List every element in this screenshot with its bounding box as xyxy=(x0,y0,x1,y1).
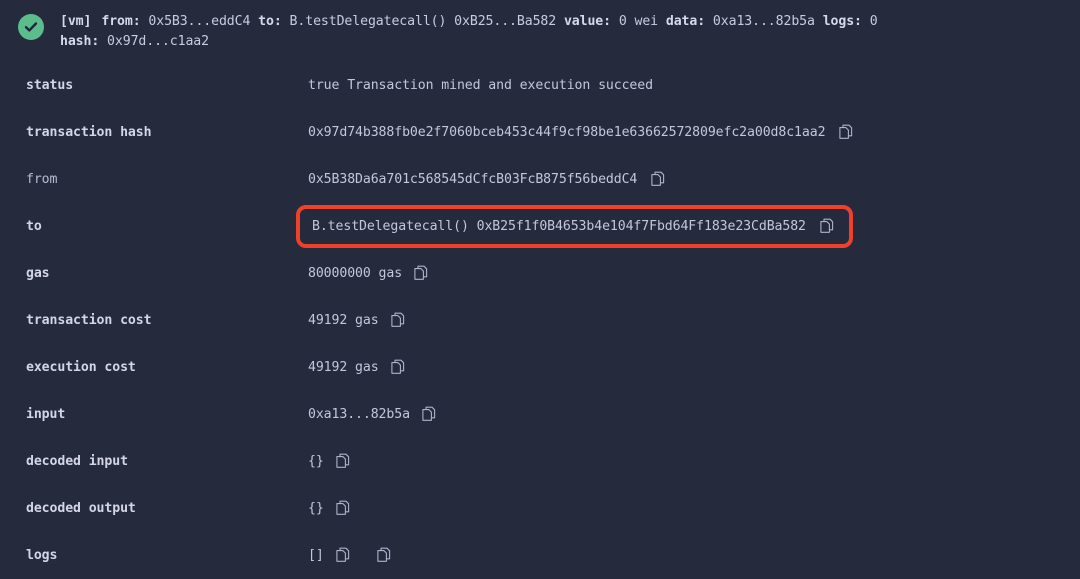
detail-row-value-text: [] xyxy=(308,548,324,563)
detail-row-execution-cost: execution cost 49192 gas xyxy=(0,344,1080,391)
detail-row-value: {} xyxy=(308,500,1080,517)
copy-icon[interactable] xyxy=(422,406,437,423)
detail-row-value: 49192 gas xyxy=(308,312,1080,329)
detail-row-value-text: B.testDelegatecall() 0xB25f1f0B4653b4e10… xyxy=(312,219,806,234)
summary-logs-label: logs: xyxy=(822,14,862,29)
detail-row-transaction-cost: transaction cost 49192 gas xyxy=(0,297,1080,344)
summary-from-value: 0x5B3...eddC4 xyxy=(148,14,251,29)
copy-icon[interactable] xyxy=(336,547,351,564)
detail-row-value-text: 80000000 gas xyxy=(308,266,403,281)
detail-row-value: true Transaction mined and execution suc… xyxy=(308,78,1080,93)
detail-row-value-text: 49192 gas xyxy=(308,313,379,328)
detail-row-value-text: 0x5B38Da6a701c568545dCfcB03FcB875f56bedd… xyxy=(308,172,638,187)
copy-icon[interactable] xyxy=(651,171,666,188)
detail-row-value-text: {} xyxy=(308,454,324,469)
summary-data-label: data: xyxy=(665,14,706,29)
summary-hash-value: 0x97d...c1aa2 xyxy=(107,34,209,49)
summary-vm-tag: [vm] xyxy=(60,14,92,29)
detail-row-label: status xyxy=(26,78,74,93)
detail-row-value: {} xyxy=(308,453,1080,470)
copy-icon[interactable] xyxy=(820,218,835,235)
summary-to-label: to: xyxy=(258,14,282,29)
detail-row-value-text: 0xa13...82b5a xyxy=(308,407,410,422)
detail-row-value: [] xyxy=(308,547,1080,564)
summary-from-label: from: xyxy=(101,14,141,29)
copy-icon[interactable] xyxy=(377,547,392,564)
detail-row-label: decoded output xyxy=(26,501,136,516)
summary-logs-value: 0 xyxy=(869,14,878,29)
detail-row-to: to B.testDelegatecall() 0xB25f1f0B4653b4e… xyxy=(0,203,1080,250)
detail-row-label: logs xyxy=(26,548,58,563)
detail-row-value: 0x97d74b388fb0e2f7060bceb453c44f9cf98be1… xyxy=(308,124,1080,141)
detail-row-value[interactable]: B.testDelegatecall() 0xB25f1f0B4653b4e10… xyxy=(296,205,853,248)
detail-row-label: transaction hash xyxy=(26,125,152,140)
detail-row-label: to xyxy=(26,219,42,234)
detail-row-value-text: 0x97d74b388fb0e2f7060bceb453c44f9cf98be1… xyxy=(308,125,826,140)
detail-row-value-text: {} xyxy=(308,501,324,516)
summary-data-value: 0xa13...82b5a xyxy=(712,14,815,29)
transaction-details-table: status true Transaction mined and executi… xyxy=(0,52,1080,579)
detail-row-value: 0xa13...82b5a xyxy=(308,406,1080,423)
detail-row-input: input 0xa13...82b5a xyxy=(0,391,1080,438)
detail-row-transaction-hash: transaction hash 0x97d74b388fb0e2f7060bce… xyxy=(0,109,1080,156)
copy-icon[interactable] xyxy=(336,500,351,517)
summary-to-value: B.testDelegatecall() 0xB25...Ba582 xyxy=(289,14,557,29)
transaction-summary: [vm] from: 0x5B3...eddC4 to: B.testDelega… xyxy=(0,0,1080,52)
copy-icon[interactable] xyxy=(336,453,351,470)
detail-row-gas: gas 80000000 gas xyxy=(0,250,1080,297)
transaction-summary-text: [vm] from: 0x5B3...eddC4 to: B.testDelega… xyxy=(60,12,1066,52)
detail-row-decoded-output: decoded output {} xyxy=(0,485,1080,532)
summary-hash-label: hash: xyxy=(60,34,100,49)
detail-row-label: from xyxy=(26,172,58,187)
detail-row-status: status true Transaction mined and executi… xyxy=(0,62,1080,109)
summary-value-label: value: xyxy=(563,14,611,29)
detail-row-from: from 0x5B38Da6a701c568545dCfcB03FcB875f56… xyxy=(0,156,1080,203)
detail-row-value-text: 49192 gas xyxy=(308,360,379,375)
copy-icon[interactable] xyxy=(390,312,406,329)
detail-row-value: 0x5B38Da6a701c568545dCfcB03FcB875f56bedd… xyxy=(308,171,1080,188)
detail-row-label: gas xyxy=(26,266,50,281)
detail-row-logs: logs [] xyxy=(0,532,1080,579)
detail-row-value: 49192 gas xyxy=(308,359,1080,376)
copy-icon[interactable] xyxy=(414,265,429,282)
copy-icon[interactable] xyxy=(839,124,854,141)
check-circle-icon xyxy=(18,14,44,40)
detail-row-label: input xyxy=(26,407,66,422)
detail-row-label: execution cost xyxy=(26,360,136,375)
copy-icon[interactable] xyxy=(390,359,406,376)
detail-row-label: decoded input xyxy=(26,454,128,469)
detail-row-decoded-input: decoded input {} xyxy=(0,438,1080,485)
detail-row-value: 80000000 gas xyxy=(308,265,1080,282)
detail-row-label: transaction cost xyxy=(26,313,152,328)
detail-row-value-text: true Transaction mined and execution suc… xyxy=(308,78,653,93)
summary-value-value: 0 wei xyxy=(618,14,659,29)
